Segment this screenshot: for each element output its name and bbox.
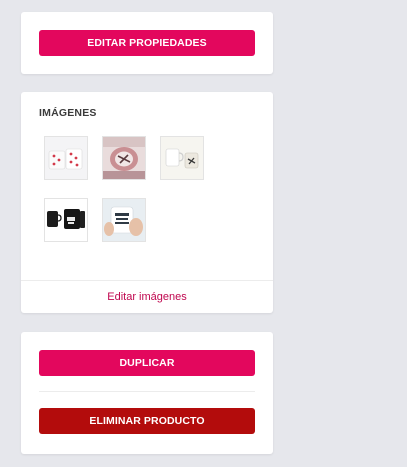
images-divider (21, 280, 273, 281)
mug-pink-icon (103, 137, 145, 179)
image-thumbnail-4[interactable] (44, 198, 88, 242)
mug-white-icon (161, 137, 203, 179)
image-thumbnail-2[interactable] (102, 136, 146, 180)
edit-images-link[interactable]: Editar imágenes (21, 291, 273, 303)
image-thumbnail-1[interactable] (44, 136, 88, 180)
image-thumbnail-3[interactable] (160, 136, 204, 180)
images-section-title: IMÁGENES (39, 107, 97, 119)
duplicate-button[interactable]: DUPLICAR (39, 350, 255, 376)
images-card: IMÁGENES Editar imágenes (21, 92, 273, 313)
actions-card: DUPLICAR ELIMINAR PRODUCTO (21, 332, 273, 454)
properties-card: EDITAR PROPIEDADES (21, 12, 273, 74)
mug-black-icon (45, 199, 87, 241)
image-thumbnail-5[interactable] (102, 198, 146, 242)
mug-hand-icon (103, 199, 145, 241)
mug-hearts-icon (45, 137, 87, 179)
actions-divider (39, 391, 255, 392)
delete-product-button[interactable]: ELIMINAR PRODUCTO (39, 408, 255, 434)
edit-properties-button[interactable]: EDITAR PROPIEDADES (39, 30, 255, 56)
